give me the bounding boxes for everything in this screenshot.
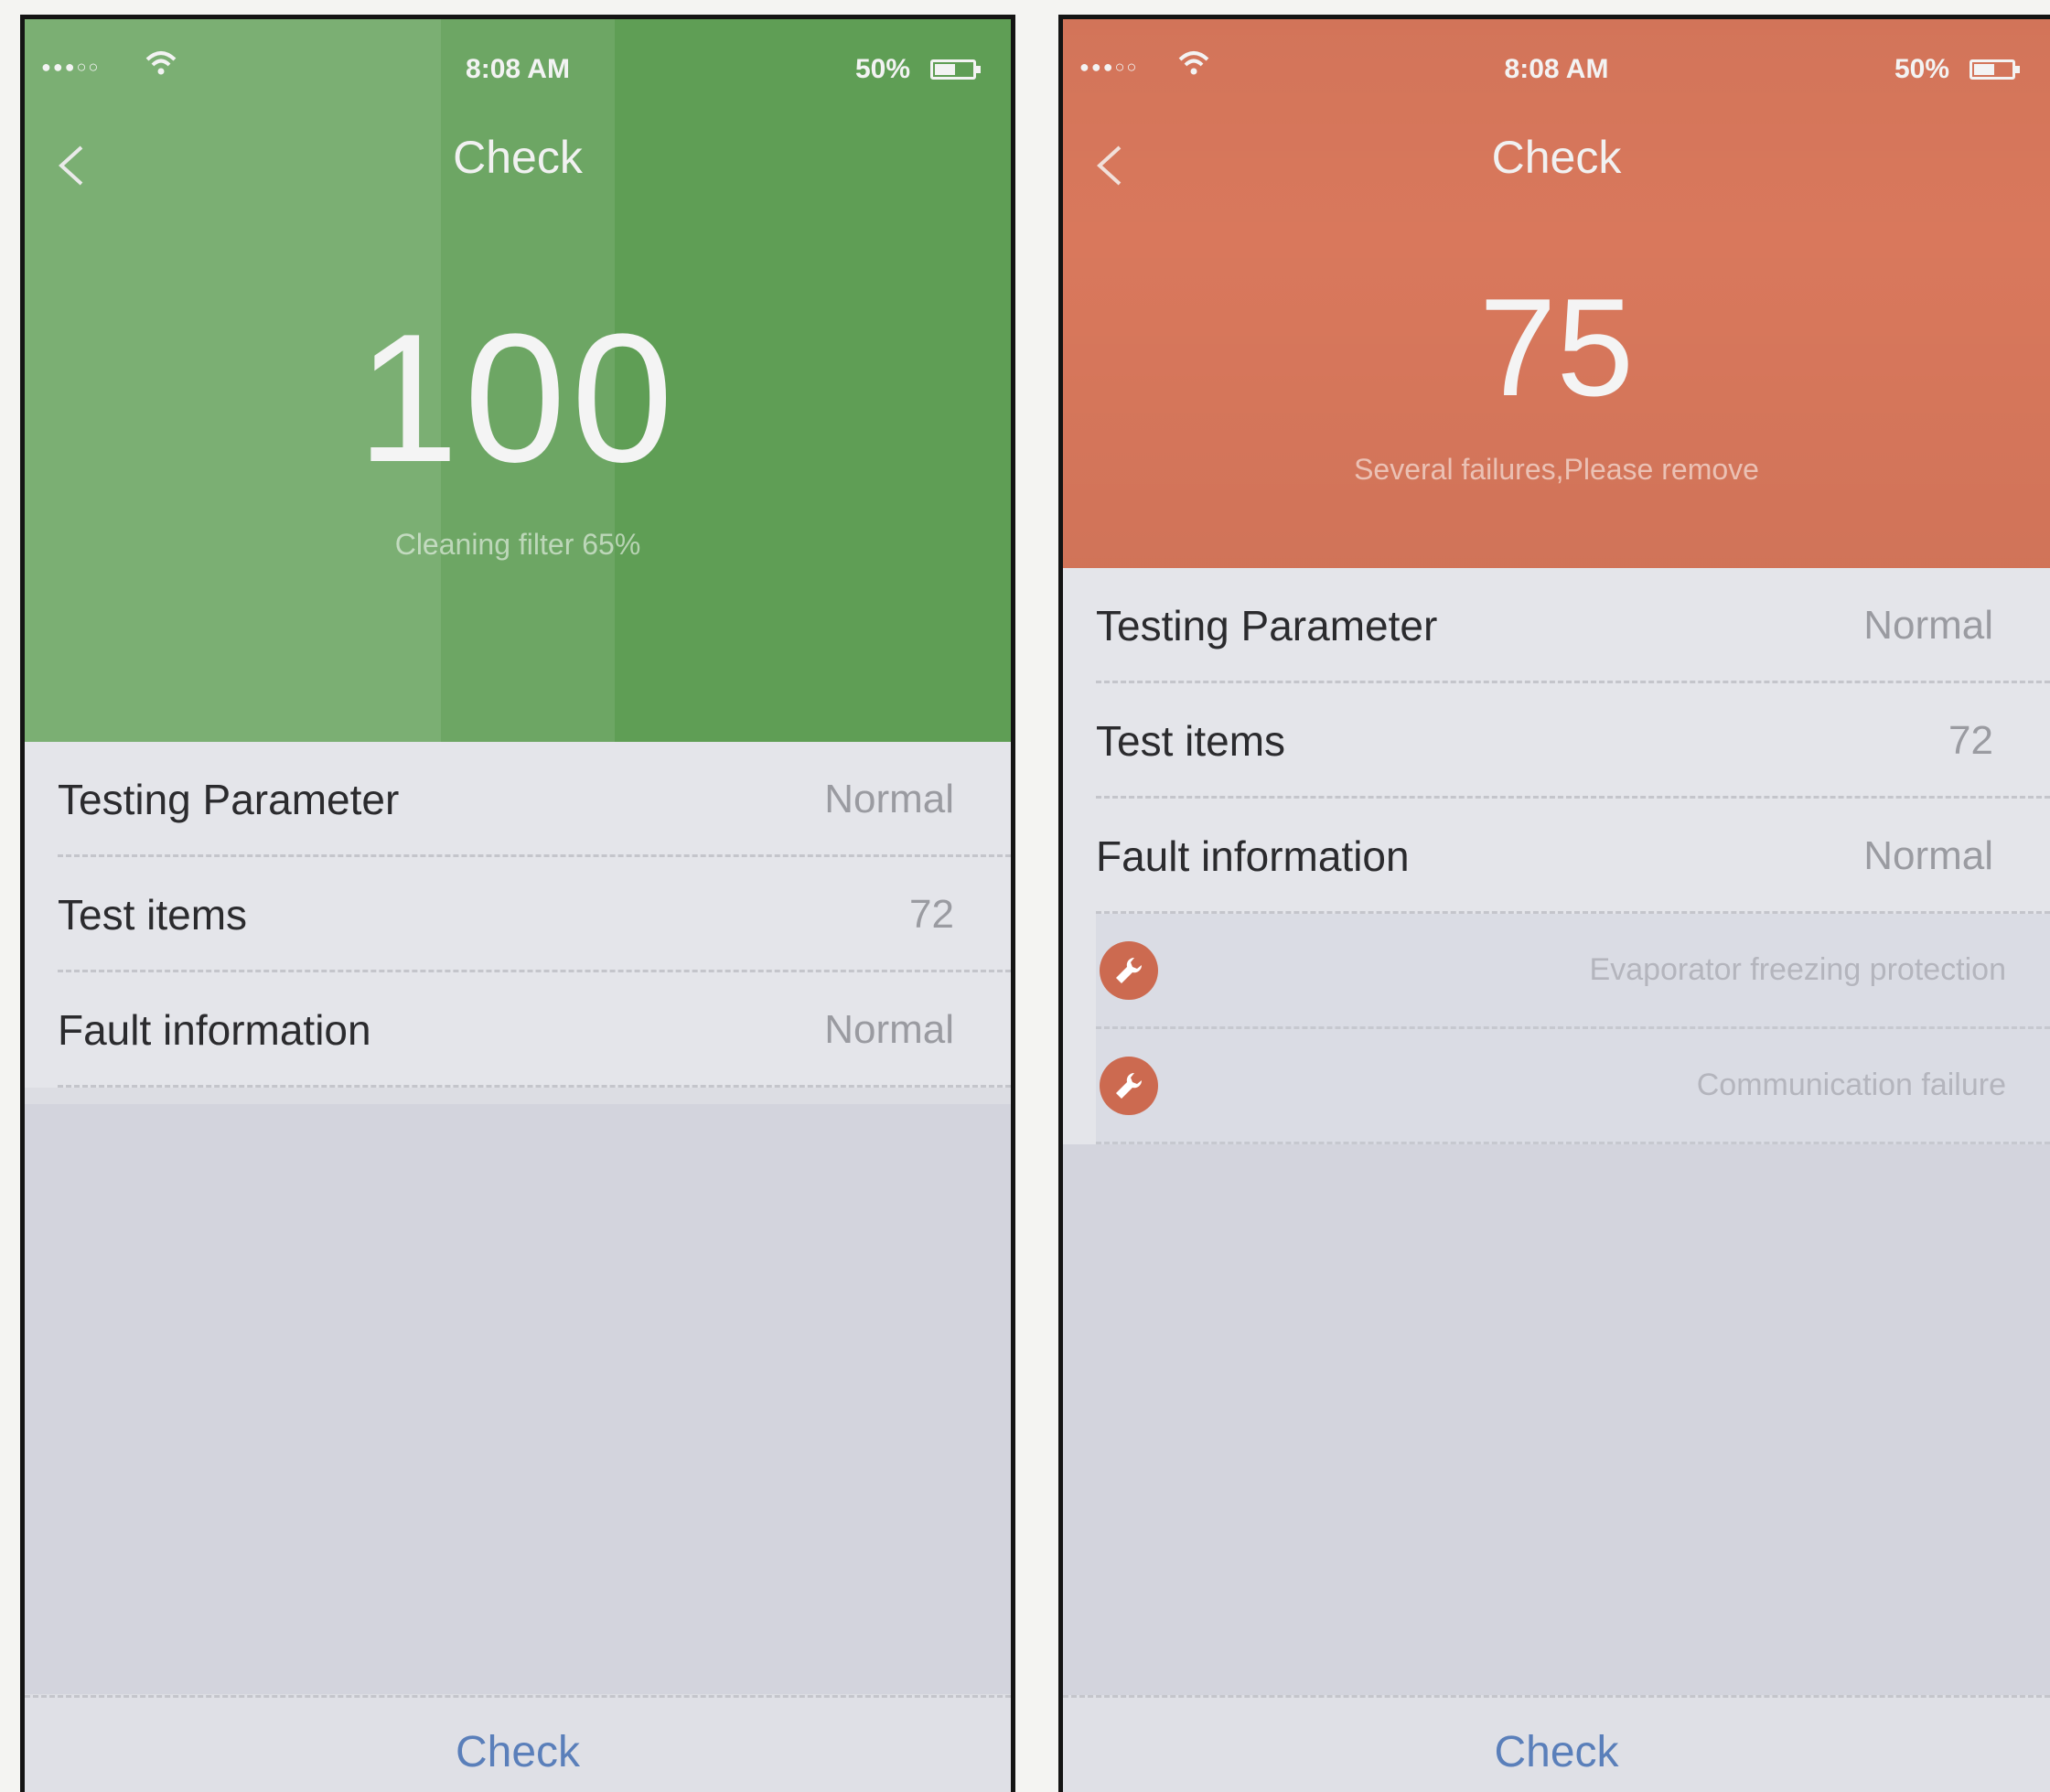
row-label: Testing Parameter <box>58 776 400 823</box>
list-row-test-items: Test items 72 <box>58 857 1011 972</box>
page-title: Check <box>1491 132 1622 183</box>
wrench-icon <box>1100 941 1158 1000</box>
battery-icon <box>1970 59 2020 80</box>
bottom-bar: Check <box>25 1695 1011 1792</box>
score-value: 100 <box>357 296 679 500</box>
list-row-fault-information: Fault information Normal <box>1096 799 2050 914</box>
fault-list-item[interactable]: Evaporator freezing protection <box>1096 914 2050 1029</box>
row-label: Test items <box>58 891 248 939</box>
status-bar: ●●●○○ 8:08 AM 50% <box>1063 45 2050 91</box>
score-value: 75 <box>1478 270 1635 425</box>
page-title: Check <box>453 132 583 183</box>
status-bar: ●●●○○ 8:08 AM 50% <box>25 45 1011 91</box>
battery-icon <box>930 59 981 80</box>
row-value: 72 <box>1948 718 1993 763</box>
list-row-test-items: Test items 72 <box>1096 683 2050 799</box>
phone-screen-faults: ●●●○○ 8:08 AM 50% Check 75 Several failu… <box>1058 15 2050 1792</box>
row-label: Test items <box>1096 717 1286 765</box>
row-value: Normal <box>1863 603 1993 648</box>
score-header: ●●●○○ 8:08 AM 50% Check 100 Cleaning fil… <box>25 19 1011 742</box>
battery-percent: 50% <box>854 54 910 84</box>
row-value: Normal <box>824 1007 954 1052</box>
row-value: 72 <box>909 892 954 937</box>
check-results-list: Testing Parameter Normal Test items 72 F… <box>25 742 1011 1088</box>
empty-content-area <box>25 1104 1011 1694</box>
battery-percent: 50% <box>1894 54 1949 84</box>
check-button[interactable]: Check <box>1063 1727 2050 1777</box>
fault-text: Evaporator freezing protection <box>1589 952 2006 987</box>
bottom-bar: Check <box>1063 1695 2050 1792</box>
score-subtitle: Cleaning filter 65% <box>394 528 641 561</box>
phone-screen-healthy: ●●●○○ 8:08 AM 50% Check 100 Cleaning fil… <box>20 15 1015 1792</box>
wrench-icon <box>1100 1057 1158 1115</box>
empty-content-area <box>1063 1144 2050 1695</box>
fault-list-item[interactable]: Communication failure <box>1096 1029 2050 1144</box>
row-label: Fault information <box>1096 832 1410 880</box>
row-label: Fault information <box>58 1006 371 1054</box>
list-row-testing-parameter: Testing Parameter Normal <box>58 742 1011 857</box>
list-row-testing-parameter: Testing Parameter Normal <box>1096 568 2050 683</box>
check-button[interactable]: Check <box>25 1727 1011 1777</box>
score-header: ●●●○○ 8:08 AM 50% Check 75 Several failu… <box>1063 19 2050 568</box>
fault-text: Communication failure <box>1696 1068 2006 1102</box>
list-row-fault-information: Fault information Normal <box>58 972 1011 1088</box>
row-label: Testing Parameter <box>1096 602 1438 649</box>
check-results-list: Testing Parameter Normal Test items 72 F… <box>1063 568 2050 1144</box>
row-value: Normal <box>1863 833 1993 878</box>
row-value: Normal <box>824 777 954 821</box>
score-subtitle: Several failures,Please remove <box>1354 453 1759 486</box>
